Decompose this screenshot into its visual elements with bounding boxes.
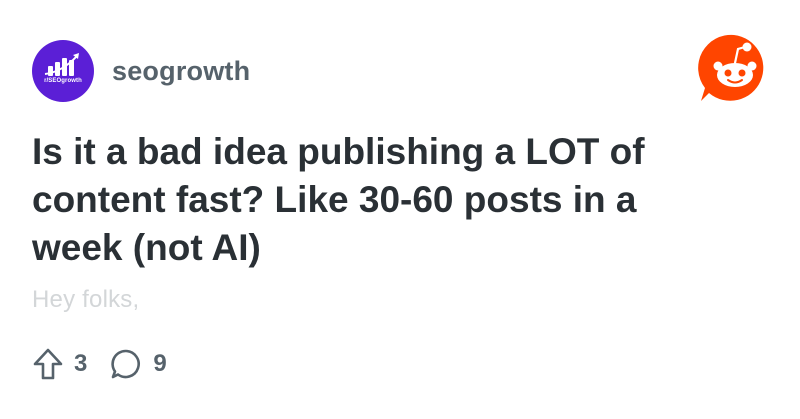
comment-bubble-icon — [111, 349, 141, 379]
post-share-card: r/SEOgrowth seogrowth Is it a bad idea p… — [0, 0, 800, 419]
comments-button[interactable]: 9 — [109, 347, 167, 381]
post-body-preview: Hey folks, — [32, 286, 140, 313]
bar-chart-growth-icon — [44, 53, 79, 76]
reddit-snoo-icon[interactable] — [697, 33, 771, 103]
subreddit-avatar[interactable]: r/SEOgrowth — [32, 40, 94, 102]
subreddit-avatar-label: r/SEOgrowth — [44, 78, 82, 84]
post-title[interactable]: Is it a bad idea publishing a LOT of con… — [32, 128, 732, 272]
upvote-arrow-icon — [33, 348, 63, 380]
upvote-count: 3 — [74, 350, 88, 377]
post-header: r/SEOgrowth seogrowth — [32, 40, 250, 102]
subreddit-name[interactable]: seogrowth — [112, 56, 250, 87]
post-stats: 3 9 — [32, 346, 189, 382]
upvote-button[interactable]: 3 — [32, 347, 87, 381]
comment-count: 9 — [153, 350, 167, 377]
